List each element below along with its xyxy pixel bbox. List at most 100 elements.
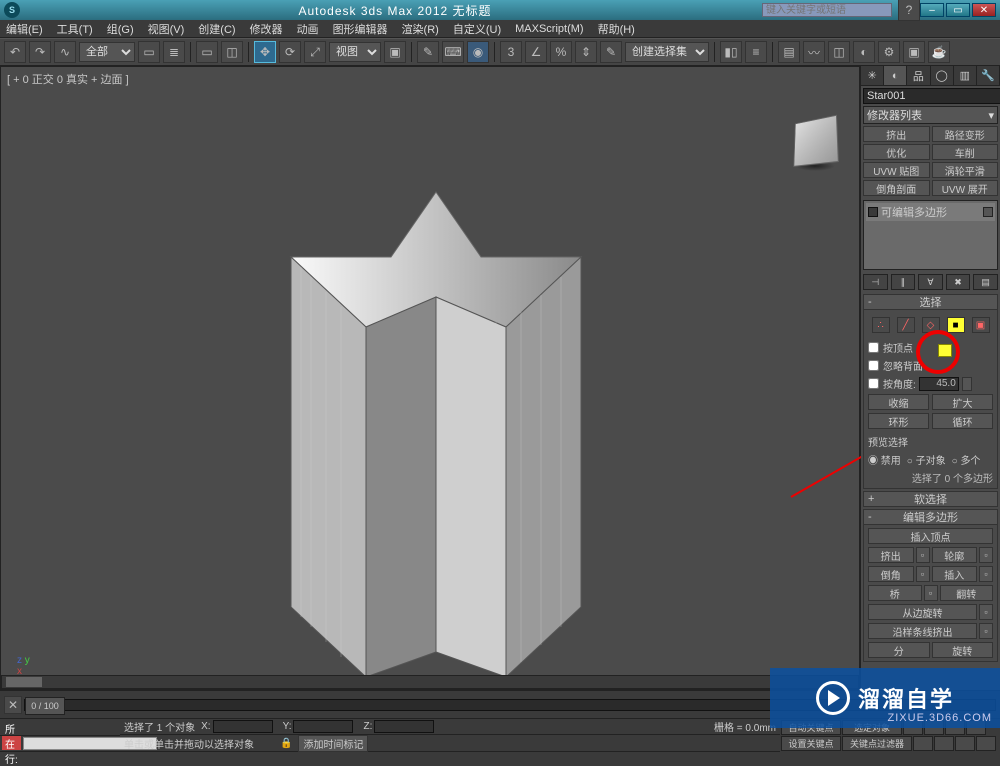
extrude-settings-icon[interactable]: ▫: [916, 547, 930, 563]
subobj-element-icon[interactable]: ▣: [972, 317, 990, 333]
render-frame-button[interactable]: ▣: [903, 41, 925, 63]
timeline-head[interactable]: 0 / 100: [25, 697, 65, 715]
bevel-settings-icon[interactable]: ▫: [916, 566, 930, 582]
ring-button[interactable]: 环形: [868, 413, 929, 429]
hinge-settings-icon[interactable]: ▫: [979, 604, 993, 620]
menu-create[interactable]: 创建(C): [198, 21, 235, 37]
mod-lathe[interactable]: 车削: [932, 144, 999, 160]
modifier-list-dropdown[interactable]: 修改器列表▾: [863, 106, 998, 124]
menu-graph[interactable]: 图形编辑器: [333, 21, 388, 37]
loop-button[interactable]: 循环: [932, 413, 993, 429]
manip-button[interactable]: ✎: [417, 41, 439, 63]
rollout-selection-header[interactable]: 选择: [863, 294, 998, 310]
mod-pathdeform[interactable]: 路径变形: [932, 126, 999, 142]
outline-settings-icon[interactable]: ▫: [979, 547, 993, 563]
viewport[interactable]: [ + 0 正交 0 真实 + 边面 ]: [0, 66, 860, 690]
bridge-button[interactable]: 桥: [868, 585, 922, 601]
link-button[interactable]: ∿: [54, 41, 76, 63]
grow-button[interactable]: 扩大: [932, 394, 993, 410]
edit-named-sel[interactable]: ✎: [600, 41, 622, 63]
stack-item-editable-poly[interactable]: 可编辑多边形: [866, 203, 995, 221]
bridge-settings-icon[interactable]: ▫: [924, 585, 938, 601]
rotate-button2[interactable]: 旋转: [932, 642, 994, 658]
menu-group[interactable]: 组(G): [107, 21, 134, 37]
redo-button[interactable]: ↷: [29, 41, 51, 63]
object-name-input[interactable]: [863, 88, 1000, 104]
flip-button[interactable]: 翻转: [940, 585, 994, 601]
layer-button[interactable]: ▤: [778, 41, 800, 63]
render-setup-button[interactable]: ⚙: [878, 41, 900, 63]
material-editor-button[interactable]: ◐: [853, 41, 875, 63]
menu-render[interactable]: 渲染(R): [402, 21, 439, 37]
subobj-edge-icon[interactable]: ╱: [897, 317, 915, 333]
select-object-button[interactable]: ▭: [138, 41, 160, 63]
tab-display[interactable]: ▥: [954, 66, 977, 85]
menu-maxscript[interactable]: MAXScript(M): [515, 23, 583, 35]
show-end-icon[interactable]: ∥: [891, 274, 916, 290]
viewport-h-scroll[interactable]: [1, 675, 859, 689]
mod-uvwunwrap[interactable]: UVW 展开: [932, 180, 999, 196]
ignore-backfacing-checkbox[interactable]: 忽略背面: [868, 358, 993, 373]
menu-views[interactable]: 视图(V): [148, 21, 185, 37]
keymode-button[interactable]: ⌨: [442, 41, 464, 63]
window-crossing-button[interactable]: ◫: [221, 41, 243, 63]
menu-help[interactable]: 帮助(H): [598, 21, 635, 37]
close-button[interactable]: ✕: [972, 3, 996, 17]
mod-extrude[interactable]: 挤出: [863, 126, 930, 142]
menu-tools[interactable]: 工具(T): [57, 21, 93, 37]
restore-button[interactable]: ▭: [946, 3, 970, 17]
hinge-button[interactable]: 从边旋转: [868, 604, 977, 620]
inset-button[interactable]: 插入: [932, 566, 978, 582]
rollout-softsel-header[interactable]: 软选择: [863, 491, 998, 507]
spinner-snap-button[interactable]: ⇕: [575, 41, 597, 63]
subobj-polygon-icon[interactable]: ■: [947, 317, 965, 333]
nav-orbit-icon[interactable]: [955, 736, 975, 751]
menu-animation[interactable]: 动画: [297, 21, 319, 37]
snap-toggle[interactable]: ◉: [467, 41, 489, 63]
menu-modifiers[interactable]: 修改器: [250, 21, 283, 37]
stack-end-icon[interactable]: [983, 207, 993, 217]
shrink-button[interactable]: 收缩: [868, 394, 929, 410]
minimize-button[interactable]: –: [920, 3, 944, 17]
mod-turbosmooth[interactable]: 涡轮平滑: [932, 162, 999, 178]
tab-hierarchy[interactable]: 品: [907, 66, 930, 85]
angle-value[interactable]: 45.0: [919, 377, 959, 391]
preview-off-radio[interactable]: ◉ 禁用: [868, 452, 901, 467]
rect-select-button[interactable]: ▭: [196, 41, 218, 63]
pin-stack-icon[interactable]: ⊣: [863, 274, 888, 290]
tab-create[interactable]: ✳: [861, 66, 884, 85]
preview-subobj-radio[interactable]: ○ 子对象: [907, 452, 946, 467]
tab-motion[interactable]: ◯: [931, 66, 954, 85]
menu-edit[interactable]: 编辑(E): [6, 21, 43, 37]
by-vertex-checkbox[interactable]: 按顶点: [868, 340, 993, 355]
undo-button[interactable]: ↶: [4, 41, 26, 63]
help-icon[interactable]: ?: [898, 0, 920, 21]
rotate-button[interactable]: ⟳: [279, 41, 301, 63]
snap-3-button[interactable]: 3: [500, 41, 522, 63]
selection-filter[interactable]: 全部: [79, 42, 135, 62]
scale-button[interactable]: ⤢: [304, 41, 326, 63]
mod-optimize[interactable]: 优化: [863, 144, 930, 160]
ref-coord-select[interactable]: 视图: [329, 42, 381, 62]
render-button[interactable]: ☕: [928, 41, 950, 63]
inset-settings-icon[interactable]: ▫: [979, 566, 993, 582]
nav-zoom-icon[interactable]: [934, 736, 954, 751]
nav-pan-icon[interactable]: [913, 736, 933, 751]
stack-toggle-icon[interactable]: [868, 207, 878, 217]
angle-snap-button[interactable]: ∠: [525, 41, 547, 63]
rollout-editpoly-header[interactable]: 编辑多边形: [863, 509, 998, 525]
nav-max-icon[interactable]: [976, 736, 996, 751]
select-name-button[interactable]: ≣: [163, 41, 185, 63]
curve-editor-button[interactable]: 〰: [803, 41, 825, 63]
subobj-vertex-icon[interactable]: ∴: [872, 317, 890, 333]
mod-bevelprofile[interactable]: 倒角剖面: [863, 180, 930, 196]
named-sel-set[interactable]: 创建选择集: [625, 42, 709, 62]
remove-mod-icon[interactable]: ✖: [946, 274, 971, 290]
mod-uvwmap[interactable]: UVW 贴图: [863, 162, 930, 178]
insert-vertex-button[interactable]: 插入顶点: [868, 528, 993, 544]
bevel-button[interactable]: 倒角: [868, 566, 914, 582]
move-button[interactable]: ✥: [254, 41, 276, 63]
help-search-input[interactable]: [762, 3, 892, 17]
tab-modify[interactable]: ◐: [884, 66, 907, 85]
preview-multi-radio[interactable]: ○ 多个: [952, 452, 981, 467]
